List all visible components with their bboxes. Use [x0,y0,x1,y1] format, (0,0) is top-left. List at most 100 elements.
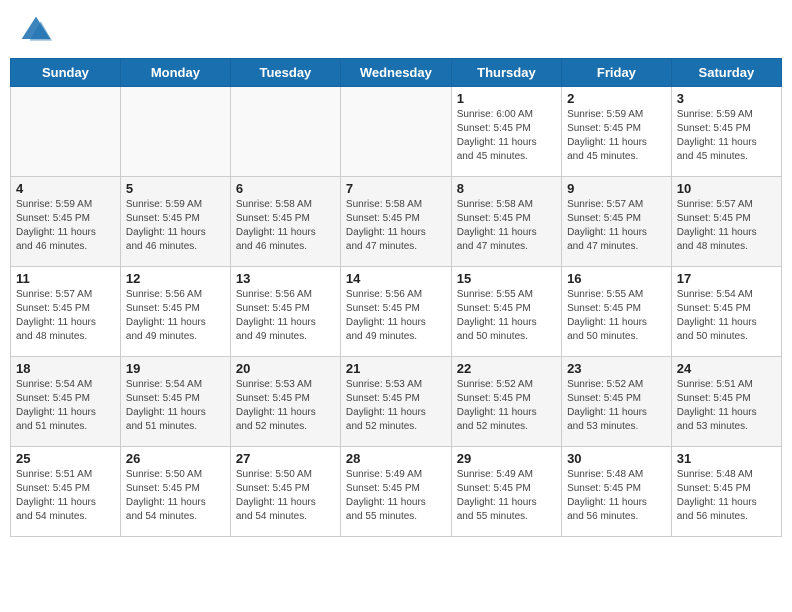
calendar-day-cell [340,87,451,177]
calendar-header-row: SundayMondayTuesdayWednesdayThursdayFrid… [11,59,782,87]
day-number: 15 [457,271,556,286]
day-number: 5 [126,181,225,196]
day-info: Sunrise: 5:52 AM Sunset: 5:45 PM Dayligh… [567,378,666,434]
calendar-day-cell [120,87,230,177]
day-number: 29 [457,451,556,466]
day-number: 27 [236,451,335,466]
calendar-day-cell: 23 Sunrise: 5:52 AM Sunset: 5:45 PM Dayli… [562,357,672,447]
day-info: Sunrise: 5:54 AM Sunset: 5:45 PM Dayligh… [677,288,776,344]
day-info: Sunrise: 5:53 AM Sunset: 5:45 PM Dayligh… [346,378,446,434]
calendar-day-header: Saturday [671,59,781,87]
day-info: Sunrise: 5:53 AM Sunset: 5:45 PM Dayligh… [236,378,335,434]
day-info: Sunrise: 5:48 AM Sunset: 5:45 PM Dayligh… [677,468,776,524]
calendar-day-cell [230,87,340,177]
calendar-day-cell: 26Sunrise: 5:50 AM Sunset: 5:45 PM Dayli… [120,447,230,537]
calendar-table: SundayMondayTuesdayWednesdayThursdayFrid… [10,58,782,537]
day-info: Sunrise: 5:51 AM Sunset: 5:45 PM Dayligh… [16,468,115,524]
calendar-day-cell: 4Sunrise: 5:59 AM Sunset: 5:45 PM Daylig… [11,177,121,267]
day-info: Sunrise: 5:50 AM Sunset: 5:45 PM Dayligh… [236,468,335,524]
day-info: Sunrise: 5:58 AM Sunset: 5:45 PM Dayligh… [236,198,335,254]
calendar-day-header: Wednesday [340,59,451,87]
day-number: 16 [567,271,666,286]
calendar-day-cell: 25 Sunrise: 5:51 AM Sunset: 5:45 PM Dayli… [11,447,121,537]
day-info: Sunrise: 5:59 AM Sunset: 5:45 PM Dayligh… [677,108,776,164]
calendar-day-header: Thursday [451,59,561,87]
calendar-day-cell: 16 Sunrise: 5:55 AM Sunset: 5:45 PM Dayli… [562,267,672,357]
day-info: Sunrise: 5:59 AM Sunset: 5:45 PM Dayligh… [126,198,225,254]
calendar-day-cell: 1Sunrise: 6:00 AM Sunset: 5:45 PM Daylig… [451,87,561,177]
day-number: 28 [346,451,446,466]
calendar-week-row: 18 Sunrise: 5:54 AM Sunset: 5:45 PM Dayli… [11,357,782,447]
day-info: Sunrise: 5:59 AM Sunset: 5:45 PM Dayligh… [567,108,666,164]
day-info: Sunrise: 6:00 AM Sunset: 5:45 PM Dayligh… [457,108,556,164]
calendar-day-cell: 31 Sunrise: 5:48 AM Sunset: 5:45 PM Dayli… [671,447,781,537]
day-number: 31 [677,451,776,466]
day-info: Sunrise: 5:55 AM Sunset: 5:45 PM Dayligh… [567,288,666,344]
day-number: 3 [677,91,776,106]
logo-icon [20,15,52,43]
day-number: 2 [567,91,666,106]
calendar-day-cell: 29 Sunrise: 5:49 AM Sunset: 5:45 PM Dayli… [451,447,561,537]
day-info: Sunrise: 5:56 AM Sunset: 5:45 PM Dayligh… [236,288,335,344]
calendar-day-cell: 27 Sunrise: 5:50 AM Sunset: 5:45 PM Dayli… [230,447,340,537]
day-info: Sunrise: 5:58 AM Sunset: 5:45 PM Dayligh… [457,198,556,254]
calendar-week-row: 1Sunrise: 6:00 AM Sunset: 5:45 PM Daylig… [11,87,782,177]
calendar-day-cell: 9Sunrise: 5:57 AM Sunset: 5:45 PM Daylig… [562,177,672,267]
day-number: 6 [236,181,335,196]
day-info: Sunrise: 5:56 AM Sunset: 5:45 PM Dayligh… [346,288,446,344]
day-number: 30 [567,451,666,466]
calendar-day-cell: 11Sunrise: 5:57 AM Sunset: 5:45 PM Dayli… [11,267,121,357]
day-info: Sunrise: 5:55 AM Sunset: 5:45 PM Dayligh… [457,288,556,344]
calendar-day-header: Sunday [11,59,121,87]
page-header [10,10,782,48]
calendar-day-header: Tuesday [230,59,340,87]
calendar-day-cell: 22Sunrise: 5:52 AM Sunset: 5:45 PM Dayli… [451,357,561,447]
day-number: 23 [567,361,666,376]
day-number: 8 [457,181,556,196]
day-info: Sunrise: 5:54 AM Sunset: 5:45 PM Dayligh… [16,378,115,434]
calendar-day-cell: 12 Sunrise: 5:56 AM Sunset: 5:45 PM Dayli… [120,267,230,357]
calendar-day-cell: 8 Sunrise: 5:58 AM Sunset: 5:45 PM Daylig… [451,177,561,267]
calendar-day-cell: 28 Sunrise: 5:49 AM Sunset: 5:45 PM Dayli… [340,447,451,537]
calendar-week-row: 4Sunrise: 5:59 AM Sunset: 5:45 PM Daylig… [11,177,782,267]
day-info: Sunrise: 5:59 AM Sunset: 5:45 PM Dayligh… [16,198,115,254]
day-number: 7 [346,181,446,196]
day-number: 12 [126,271,225,286]
calendar-day-header: Monday [120,59,230,87]
day-info: Sunrise: 5:48 AM Sunset: 5:45 PM Dayligh… [567,468,666,524]
calendar-day-cell [11,87,121,177]
calendar-day-cell: 21 Sunrise: 5:53 AM Sunset: 5:45 PM Dayli… [340,357,451,447]
day-number: 24 [677,361,776,376]
calendar-day-cell: 20 Sunrise: 5:53 AM Sunset: 5:45 PM Dayli… [230,357,340,447]
day-info: Sunrise: 5:49 AM Sunset: 5:45 PM Dayligh… [457,468,556,524]
day-info: Sunrise: 5:51 AM Sunset: 5:45 PM Dayligh… [677,378,776,434]
day-info: Sunrise: 5:54 AM Sunset: 5:45 PM Dayligh… [126,378,225,434]
day-info: Sunrise: 5:58 AM Sunset: 5:45 PM Dayligh… [346,198,446,254]
day-number: 25 [16,451,115,466]
day-number: 10 [677,181,776,196]
day-number: 22 [457,361,556,376]
day-info: Sunrise: 5:57 AM Sunset: 5:45 PM Dayligh… [677,198,776,254]
day-number: 19 [126,361,225,376]
day-number: 21 [346,361,446,376]
day-number: 26 [126,451,225,466]
day-number: 13 [236,271,335,286]
day-number: 20 [236,361,335,376]
calendar-day-cell: 18 Sunrise: 5:54 AM Sunset: 5:45 PM Dayli… [11,357,121,447]
day-number: 11 [16,271,115,286]
calendar-day-cell: 17 Sunrise: 5:54 AM Sunset: 5:45 PM Dayli… [671,267,781,357]
day-number: 18 [16,361,115,376]
calendar-day-cell: 19 Sunrise: 5:54 AM Sunset: 5:45 PM Dayli… [120,357,230,447]
calendar-day-cell: 10 Sunrise: 5:57 AM Sunset: 5:45 PM Dayli… [671,177,781,267]
day-number: 9 [567,181,666,196]
day-info: Sunrise: 5:49 AM Sunset: 5:45 PM Dayligh… [346,468,446,524]
day-info: Sunrise: 5:56 AM Sunset: 5:45 PM Dayligh… [126,288,225,344]
day-number: 17 [677,271,776,286]
calendar-week-row: 11Sunrise: 5:57 AM Sunset: 5:45 PM Dayli… [11,267,782,357]
calendar-day-cell: 6 Sunrise: 5:58 AM Sunset: 5:45 PM Daylig… [230,177,340,267]
calendar-day-cell: 2 Sunrise: 5:59 AM Sunset: 5:45 PM Daylig… [562,87,672,177]
calendar-day-cell: 7 Sunrise: 5:58 AM Sunset: 5:45 PM Daylig… [340,177,451,267]
calendar-day-cell: 3 Sunrise: 5:59 AM Sunset: 5:45 PM Daylig… [671,87,781,177]
calendar-day-cell: 15 Sunrise: 5:55 AM Sunset: 5:45 PM Dayli… [451,267,561,357]
day-number: 14 [346,271,446,286]
